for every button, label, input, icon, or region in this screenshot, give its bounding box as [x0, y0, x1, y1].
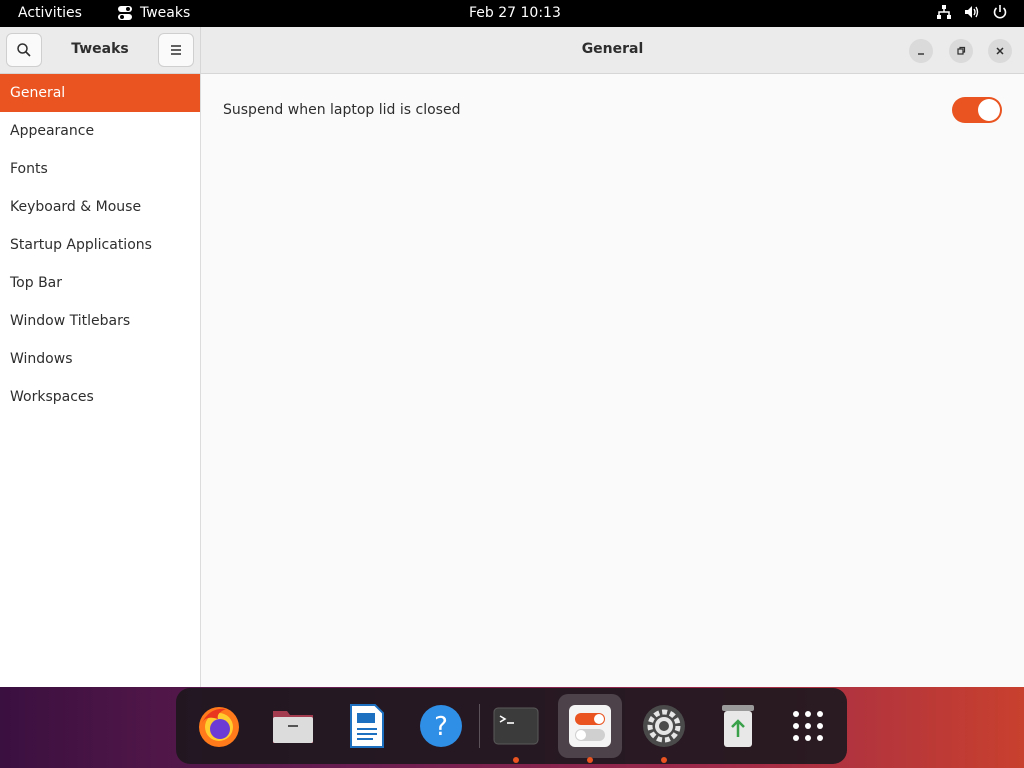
dock-help[interactable]: ?: [409, 694, 473, 758]
svg-text:?: ?: [434, 712, 448, 742]
sidebar-item-startup-applications[interactable]: Startup Applications: [0, 226, 200, 264]
dock-tweaks[interactable]: [558, 694, 622, 763]
sidebar-item-window-titlebars[interactable]: Window Titlebars: [0, 302, 200, 340]
power-icon[interactable]: [992, 4, 1008, 20]
sidebar-item-label: Window Titlebars: [10, 313, 131, 329]
suspend-lid-label: Suspend when laptop lid is closed: [223, 102, 461, 118]
minimize-icon: [918, 53, 924, 55]
firefox-icon: [199, 707, 239, 747]
tweaks-icon: [569, 705, 611, 747]
volume-icon[interactable]: [964, 4, 980, 20]
menu-button[interactable]: [158, 33, 194, 67]
network-icon[interactable]: [936, 4, 952, 20]
hamburger-icon: [171, 45, 181, 55]
restore-icon: [957, 46, 966, 55]
running-indicator: [587, 757, 593, 763]
app-menu[interactable]: Tweaks: [117, 5, 190, 21]
clock[interactable]: Feb 27 10:13: [469, 5, 561, 21]
trash-icon: [722, 705, 754, 747]
close-icon: [996, 47, 1004, 55]
sidebar-item-appearance[interactable]: Appearance: [0, 112, 200, 150]
dock-writer[interactable]: [335, 694, 399, 758]
sidebar-header: Tweaks: [0, 27, 201, 74]
sidebar-item-general[interactable]: General: [0, 74, 200, 112]
dock-trash[interactable]: [706, 694, 770, 758]
toggles-icon: [118, 6, 132, 20]
top-bar: Activities Tweaks Feb 27 10:13: [0, 0, 1024, 27]
system-tray[interactable]: [936, 4, 1008, 20]
sidebar-item-label: Appearance: [10, 123, 95, 139]
writer-icon: [350, 704, 384, 748]
sidebar-title: Tweaks: [71, 41, 129, 57]
dock-show-apps[interactable]: [776, 694, 840, 758]
main-header: General: [201, 27, 1024, 74]
dock-separator: [479, 704, 480, 748]
close-button[interactable]: [988, 39, 1012, 63]
activities-button[interactable]: Activities: [18, 5, 82, 21]
dock: ?: [176, 688, 847, 764]
sidebar-item-label: Keyboard & Mouse: [10, 199, 142, 215]
sidebar-item-label: Startup Applications: [10, 237, 152, 253]
sidebar-item-keyboard-mouse[interactable]: Keyboard & Mouse: [0, 188, 200, 226]
dock-terminal[interactable]: [484, 694, 548, 763]
dock-files[interactable]: [261, 694, 325, 758]
files-icon: [273, 711, 313, 743]
help-icon: ?: [420, 705, 462, 747]
search-button[interactable]: [6, 33, 42, 67]
terminal-icon: [493, 707, 539, 745]
sidebar-item-windows[interactable]: Windows: [0, 340, 200, 378]
sidebar: General Appearance Fonts Keyboard & Mous…: [0, 74, 201, 687]
settings-icon: [643, 705, 685, 747]
switch-knob: [978, 99, 1000, 121]
sidebar-item-label: Fonts: [10, 161, 48, 177]
dock-settings[interactable]: [632, 694, 696, 763]
sidebar-item-label: Windows: [10, 351, 73, 367]
sidebar-item-label: General: [10, 85, 66, 101]
search-icon: [17, 43, 31, 57]
running-indicator: [513, 757, 519, 763]
sidebar-item-workspaces[interactable]: Workspaces: [0, 378, 200, 416]
settings-content: Suspend when laptop lid is closed: [201, 74, 1024, 687]
running-indicator: [661, 757, 667, 763]
dock-firefox[interactable]: [187, 694, 251, 758]
sidebar-item-label: Top Bar: [10, 275, 63, 291]
page-title: General: [581, 41, 644, 57]
app-grid-icon: [793, 711, 823, 741]
sidebar-item-label: Workspaces: [10, 389, 94, 405]
suspend-lid-switch[interactable]: [952, 97, 1002, 123]
maximize-button[interactable]: [949, 39, 973, 63]
tweaks-window: Tweaks General General Appearance Fonts …: [0, 27, 1024, 687]
sidebar-item-fonts[interactable]: Fonts: [0, 150, 200, 188]
app-menu-label: Tweaks: [140, 5, 191, 21]
sidebar-item-top-bar[interactable]: Top Bar: [0, 264, 200, 302]
minimize-button[interactable]: [909, 39, 933, 63]
